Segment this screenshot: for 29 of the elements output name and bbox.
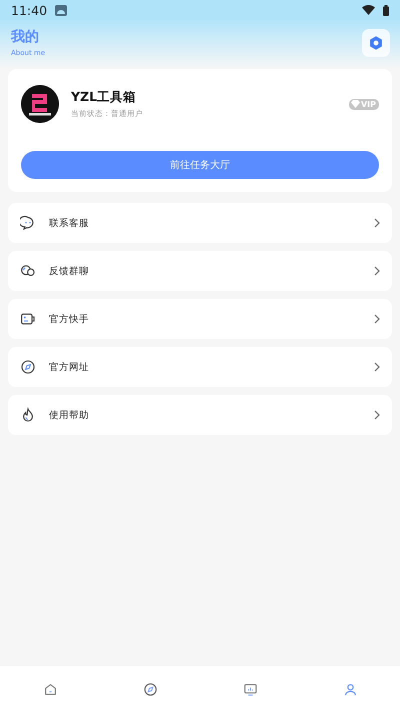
menu-item[interactable]: 反馈群聊	[8, 251, 392, 291]
menu-item[interactable]: 官方快手	[8, 299, 392, 339]
compass-icon	[20, 359, 36, 375]
chat-bubble-icon	[20, 215, 36, 231]
chevron-icon	[374, 218, 380, 228]
status-time: 11:40	[11, 2, 48, 18]
flame-icon	[20, 407, 36, 423]
app-name: YZL工具箱	[71, 89, 138, 106]
home-icon[interactable]	[42, 682, 58, 696]
menu-item[interactable]: 联系客服	[8, 203, 392, 243]
wifi-icon	[362, 5, 375, 15]
settings-button[interactable]	[362, 28, 390, 56]
chevron-icon	[374, 410, 380, 420]
chevron-icon	[374, 314, 380, 324]
menu-item[interactable]: 官方网址	[8, 347, 392, 387]
compass-icon[interactable]	[142, 682, 158, 696]
android-icon	[55, 4, 68, 16]
page-title: 我的	[11, 28, 40, 46]
video-card-icon	[20, 311, 36, 327]
person-icon[interactable]	[342, 682, 358, 696]
monitor-chart-icon[interactable]	[242, 682, 258, 696]
menu-item[interactable]: 使用帮助	[8, 395, 392, 435]
chat-bubbles-icon	[20, 263, 36, 279]
chevron-icon	[374, 362, 380, 372]
vip-badge: VIP	[348, 98, 379, 110]
app-logo	[21, 85, 59, 123]
battery-icon	[383, 4, 389, 16]
settings-icon	[368, 34, 384, 50]
chevron-icon	[374, 266, 380, 276]
